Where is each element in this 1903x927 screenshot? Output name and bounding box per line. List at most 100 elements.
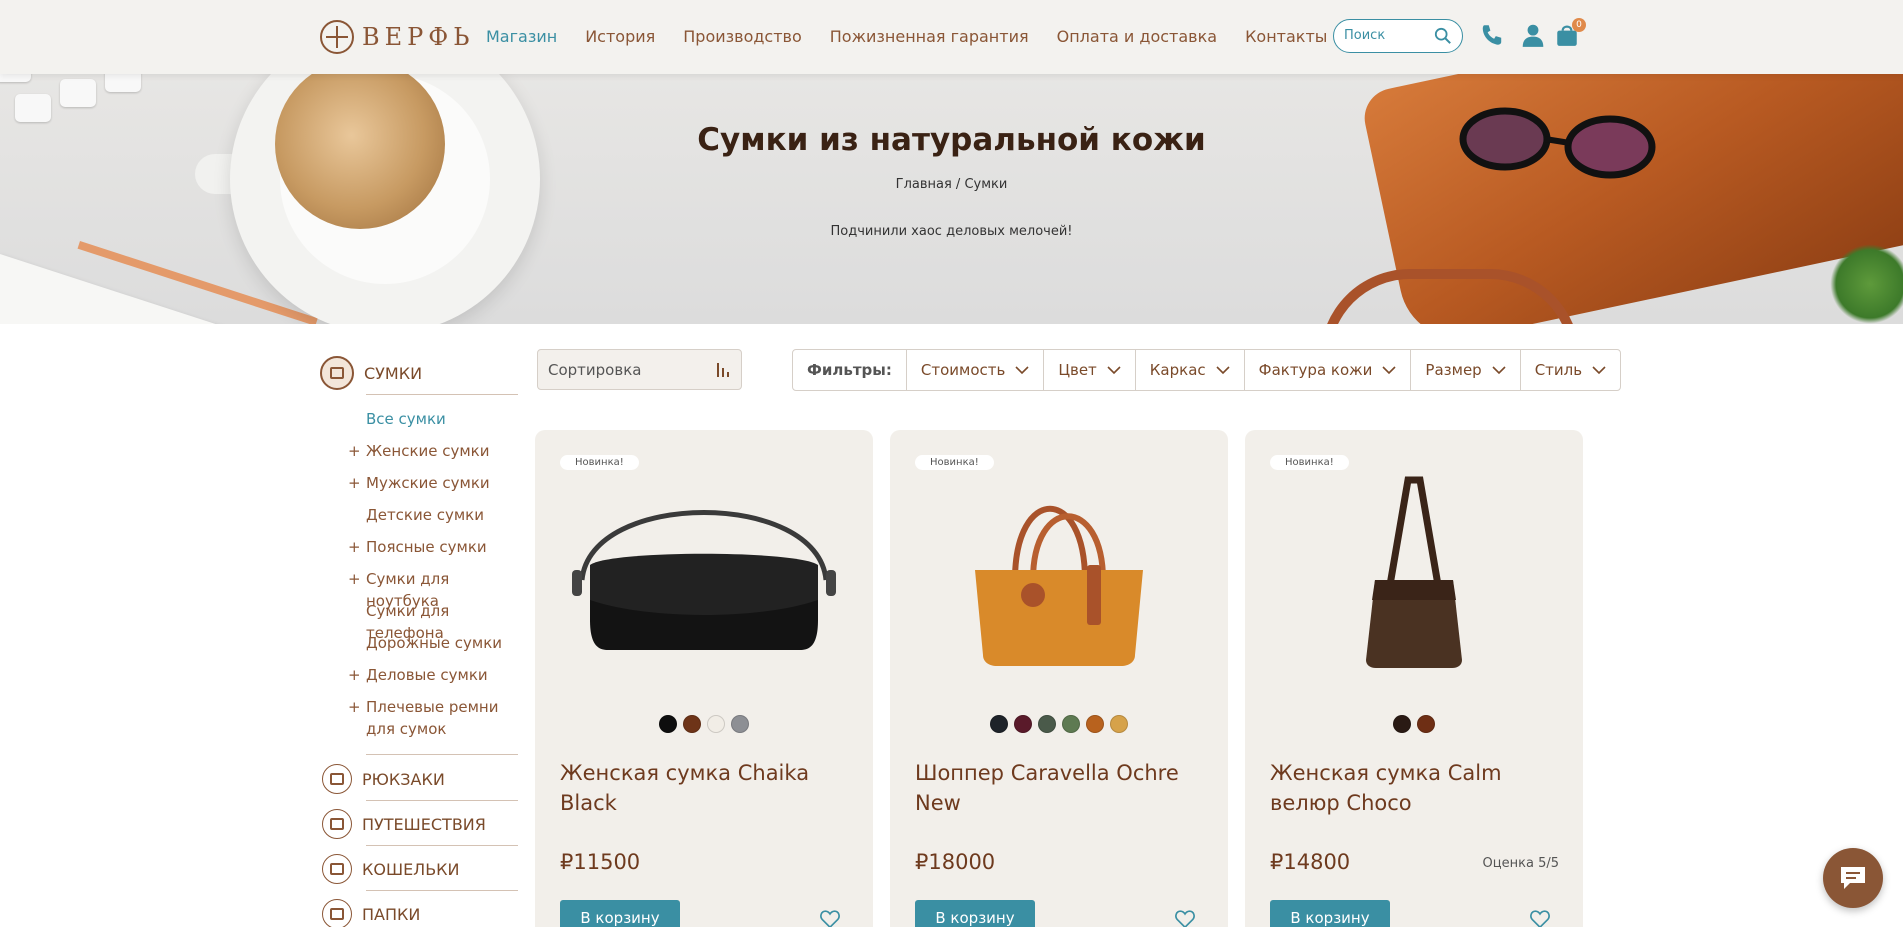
filter-size[interactable]: Размер xyxy=(1410,350,1519,390)
expand-icon[interactable]: + xyxy=(348,696,361,718)
color-swatch[interactable] xyxy=(683,715,701,733)
subcategory-label: Все сумки xyxy=(366,410,446,428)
product-name[interactable]: Женская сумка Calm велюр Choco xyxy=(1270,758,1560,818)
filter-color[interactable]: Цвет xyxy=(1043,350,1134,390)
filter-label: Размер xyxy=(1425,361,1482,379)
subcategory-item-all[interactable]: Все сумки xyxy=(320,408,518,440)
subcategory-label: Плечевые ремни для сумок xyxy=(366,698,499,738)
add-to-cart-button[interactable]: В корзину xyxy=(915,900,1035,927)
color-swatch[interactable] xyxy=(1062,715,1080,733)
expand-icon[interactable]: + xyxy=(348,568,361,590)
cart-count-badge: 0 xyxy=(1572,18,1586,32)
chat-button[interactable] xyxy=(1823,848,1883,908)
color-swatch[interactable] xyxy=(1086,715,1104,733)
sort-label: Сортировка xyxy=(548,361,642,379)
color-swatch[interactable] xyxy=(1417,715,1435,733)
subcategory-item[interactable]: + Сумки для ноутбука xyxy=(320,568,518,610)
expand-icon[interactable]: + xyxy=(348,472,361,494)
new-badge: Новинка! xyxy=(915,455,994,470)
subcategory-item[interactable]: + Поясные сумки xyxy=(320,536,518,568)
color-swatch[interactable] xyxy=(731,715,749,733)
category-travel[interactable]: ПУТЕШЕСТВИЯ xyxy=(322,803,486,845)
nav-item-payment-delivery[interactable]: Оплата и доставка xyxy=(1057,27,1217,46)
divider xyxy=(366,800,518,801)
subcategory-list: Все сумки + Женские сумки + Мужские сумк… xyxy=(320,408,518,744)
phone-icon[interactable] xyxy=(1479,22,1505,48)
nav-item-production[interactable]: Производство xyxy=(683,27,802,46)
subcategory-label: Мужские сумки xyxy=(366,474,490,492)
breadcrumb-separator: / xyxy=(951,177,965,192)
color-swatch[interactable] xyxy=(1393,715,1411,733)
search-input[interactable] xyxy=(1344,28,1434,43)
subcategory-item[interactable]: + Деловые сумки xyxy=(320,664,518,696)
subcategory-label: Дорожные сумки xyxy=(366,634,503,652)
category-bags[interactable]: СУМКИ xyxy=(320,352,518,394)
subcategory-item[interactable]: Дорожные сумки xyxy=(320,632,518,664)
product-price: ₽14800 xyxy=(1270,850,1351,874)
add-to-cart-button[interactable]: В корзину xyxy=(1270,900,1390,927)
product-name[interactable]: Шоппер Caravella Ochre New xyxy=(915,758,1205,818)
nav-item-contacts[interactable]: Контакты xyxy=(1245,27,1327,46)
subcategory-item[interactable]: + Женские сумки xyxy=(320,440,518,472)
color-swatch[interactable] xyxy=(1038,715,1056,733)
expand-icon[interactable]: + xyxy=(348,440,361,462)
filter-label: Стоимость xyxy=(920,361,1006,379)
filter-leather-texture[interactable]: Фактура кожи xyxy=(1243,350,1411,390)
product-image[interactable] xyxy=(1270,470,1558,670)
category-backpacks[interactable]: РЮКЗАКИ xyxy=(322,758,445,800)
site-header: ВЕРФЬ Магазин История Производство Пожиз… xyxy=(0,0,1903,74)
main-nav: Магазин История Производство Пожизненная… xyxy=(486,27,1327,46)
heart-icon[interactable] xyxy=(1529,908,1551,927)
filter-label: Фактура кожи xyxy=(1258,361,1373,379)
color-swatch[interactable] xyxy=(1110,715,1128,733)
product-rating: Оценка 5/5 xyxy=(1482,856,1559,871)
color-swatch[interactable] xyxy=(1014,715,1032,733)
category-folders[interactable]: ПАПКИ xyxy=(322,893,420,927)
category-label: ПУТЕШЕСТВИЯ xyxy=(362,814,486,834)
product-card[interactable]: Новинка! Шоппер Caravella Ochre New ₽180… xyxy=(890,430,1228,927)
wallet-icon xyxy=(322,854,352,884)
chevron-down-icon xyxy=(1492,366,1506,375)
hero-tagline: Подчинили хаос деловых мелочей! xyxy=(830,224,1073,239)
product-price: ₽11500 xyxy=(560,850,641,874)
add-to-cart-button[interactable]: В корзину xyxy=(560,900,680,927)
subcategory-item[interactable]: Детские сумки xyxy=(320,504,518,536)
color-swatch[interactable] xyxy=(990,715,1008,733)
subcategory-label: Поясные сумки xyxy=(366,538,487,556)
logo-text: ВЕРФЬ xyxy=(362,23,475,51)
product-price: ₽18000 xyxy=(915,850,996,874)
subcategory-item[interactable]: + Мужские сумки xyxy=(320,472,518,504)
product-image[interactable] xyxy=(915,470,1203,670)
account-icon[interactable] xyxy=(1520,22,1546,48)
product-image[interactable] xyxy=(560,470,848,670)
color-swatches xyxy=(890,715,1228,733)
nav-item-warranty[interactable]: Пожизненная гарантия xyxy=(830,27,1029,46)
color-swatch[interactable] xyxy=(707,715,725,733)
expand-icon[interactable]: + xyxy=(348,664,361,686)
backpack-icon xyxy=(322,764,352,794)
divider xyxy=(366,754,518,755)
subcategory-item[interactable]: Сумки для телефона xyxy=(320,600,518,642)
category-label: КОШЕЛЬКИ xyxy=(362,859,460,879)
product-card[interactable]: Новинка! Женская сумка Chaika Black ₽115… xyxy=(535,430,873,927)
filter-price[interactable]: Стоимость xyxy=(905,350,1043,390)
hero-banner: Сумки из натуральной кожи Главная / Сумк… xyxy=(0,74,1903,324)
heart-icon[interactable] xyxy=(1174,908,1196,927)
heart-icon[interactable] xyxy=(819,908,841,927)
category-wallets[interactable]: КОШЕЛЬКИ xyxy=(322,848,460,890)
product-name[interactable]: Женская сумка Chaika Black xyxy=(560,758,850,818)
search-icon[interactable] xyxy=(1434,27,1452,45)
divider xyxy=(366,845,518,846)
subcategory-item[interactable]: + Плечевые ремни для сумок xyxy=(320,696,518,744)
color-swatch[interactable] xyxy=(659,715,677,733)
nav-item-shop[interactable]: Магазин xyxy=(486,27,557,46)
filter-style[interactable]: Стиль xyxy=(1519,350,1620,390)
filter-frame[interactable]: Каркас xyxy=(1134,350,1244,390)
sort-dropdown[interactable]: Сортировка xyxy=(537,349,742,390)
breadcrumb-home[interactable]: Главная xyxy=(896,177,952,192)
product-card[interactable]: Новинка! Женская сумка Calm велюр Choco … xyxy=(1245,430,1583,927)
subcategory-label: Женские сумки xyxy=(366,442,490,460)
nav-item-history[interactable]: История xyxy=(585,27,655,46)
expand-icon[interactable]: + xyxy=(348,536,361,558)
logo[interactable]: ВЕРФЬ xyxy=(320,20,474,54)
